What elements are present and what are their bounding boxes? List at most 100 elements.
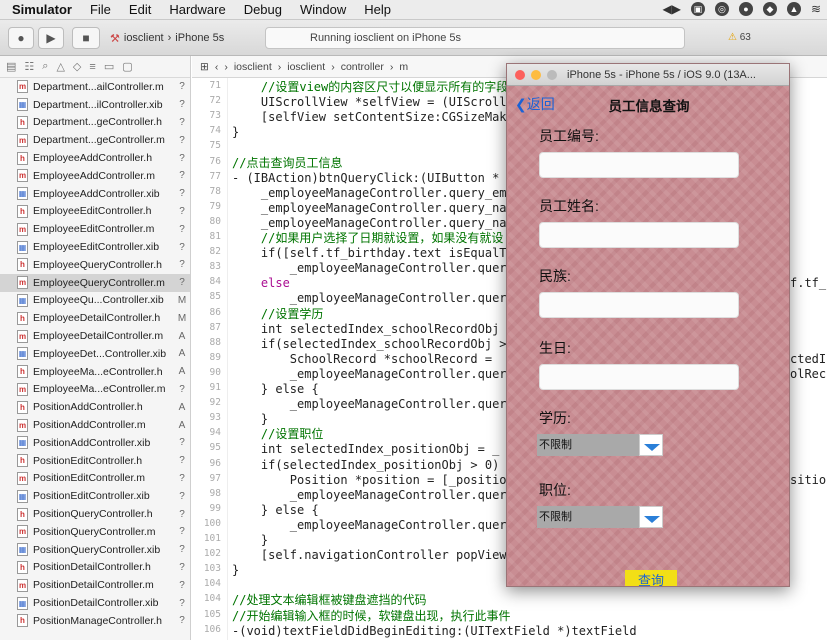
file-row[interactable]: h EmployeeQueryController.h? [0, 256, 190, 274]
code-line[interactable]: [self.navigationController popView [232, 548, 507, 563]
file-row[interactable]: m Department...geController.m? [0, 131, 190, 149]
file-row[interactable]: ▦ PositionDetailController.xib? [0, 594, 190, 612]
breakpoint-icon[interactable]: ▭ [104, 60, 114, 73]
code-line[interactable]: } [232, 533, 268, 548]
menu-file[interactable]: File [81, 2, 120, 17]
education-picker[interactable]: 不限制 [537, 434, 663, 456]
test-icon[interactable]: ◇ [73, 60, 81, 73]
report-icon[interactable]: ▢ [122, 60, 132, 73]
code-line[interactable]: - (IBAction)btnQueryClick:(UIButton * [232, 171, 499, 186]
issue-icon[interactable]: △ [56, 60, 64, 73]
file-row[interactable]: ▦ EmployeeEditController.xib? [0, 238, 190, 256]
code-line[interactable]: //设置学历 [232, 307, 323, 322]
search-icon[interactable]: ⌕ [42, 60, 48, 73]
code-line[interactable]: if([self.tf_birthday.text isEqualT [232, 246, 507, 261]
photo-icon[interactable]: ▣ [690, 2, 705, 16]
file-row[interactable]: h EmployeeAddController.h? [0, 149, 190, 167]
code-line[interactable]: _employeeManageController.query_na [232, 201, 507, 216]
debug-icon[interactable]: ≡ [89, 61, 95, 73]
jump-item-group[interactable]: iosclient [287, 61, 325, 73]
back-arrow-icon[interactable]: ‹ [215, 61, 219, 73]
code-line[interactable]: _employeeManageController.quer [232, 397, 507, 412]
wifi-icon[interactable]: ≋ [811, 2, 821, 16]
file-row[interactable]: ▦ PositionEditController.xib? [0, 487, 190, 505]
file-row[interactable]: h PositionQueryController.h? [0, 505, 190, 523]
code-line[interactable]: if(selectedIndex_positionObj > 0) [232, 458, 499, 473]
file-row[interactable]: m EmployeeAddController.m? [0, 167, 190, 185]
code-line[interactable]: //如果用户选择了日期就设置，如果没有就设 [232, 231, 503, 246]
minimize-icon[interactable] [531, 70, 541, 80]
penguin-icon[interactable]: ● [738, 2, 753, 16]
forward-arrow-icon[interactable]: › [224, 61, 228, 73]
file-row[interactable]: m EmployeeMa...eController.m? [0, 381, 190, 399]
code-line[interactable]: [selfView setContentSize:CGSizeMak [232, 110, 507, 125]
file-row[interactable]: h EmployeeDetailController.h M [0, 309, 190, 327]
file-row[interactable]: ▦ EmployeeAddController.xib? [0, 185, 190, 203]
file-row[interactable]: h PositionManageController.h? [0, 612, 190, 630]
file-row[interactable]: ▦ Department...ilController.xib? [0, 96, 190, 114]
file-row[interactable]: h PositionDetailController.h? [0, 559, 190, 577]
code-line[interactable]: if(selectedIndex_schoolRecordObj > [232, 337, 507, 352]
file-row[interactable]: h EmployeeEditController.h? [0, 203, 190, 221]
rocket-icon[interactable]: ▲ [786, 2, 801, 16]
birthday-input[interactable] [539, 364, 739, 390]
menu-window[interactable]: Window [291, 2, 355, 17]
position-picker[interactable]: 不限制 [537, 506, 663, 528]
file-row[interactable]: m PositionDetailController.m? [0, 576, 190, 594]
code-line[interactable]: //点击查询员工信息 [232, 156, 342, 171]
file-row[interactable]: m Department...ailController.m? [0, 78, 190, 96]
symbol-icon[interactable]: ☷ [24, 60, 34, 73]
file-row[interactable]: h PositionEditController.h? [0, 452, 190, 470]
globe-icon[interactable]: ◎ [714, 2, 729, 16]
stop-button[interactable]: ■ [72, 27, 100, 49]
code-line[interactable]: _employeeManageController.quer [232, 261, 507, 276]
pin-icon[interactable]: ◆ [762, 2, 777, 16]
code-line[interactable]: int selectedIndex_schoolRecordObj [232, 322, 499, 337]
code-line[interactable]: } [232, 125, 239, 140]
menu-hardware[interactable]: Hardware [160, 2, 234, 17]
code-line[interactable]: _employeeManageController.quer [232, 291, 507, 306]
code-line[interactable]: SchoolRecord *schoolRecord = [232, 352, 492, 367]
code-line[interactable]: } [232, 563, 239, 578]
scheme-selector[interactable]: ⚒ iosclient › iPhone 5s [110, 28, 224, 48]
code-line[interactable]: UIScrollView *selfView = (UIScroll [232, 95, 507, 110]
ime-icon[interactable]: ◀▶ [662, 2, 680, 16]
file-row[interactable]: ▦ PositionAddController.xib? [0, 434, 190, 452]
jump-item-folder[interactable]: controller [341, 61, 384, 73]
nation-input[interactable] [539, 292, 739, 318]
jump-item-file[interactable]: m [399, 61, 408, 73]
warning-badge[interactable]: ⚠ 63 [728, 32, 751, 43]
file-row[interactable]: m PositionQueryController.m? [0, 523, 190, 541]
code-line[interactable]: Position *position = [_positio [232, 473, 507, 488]
code-line[interactable]: //设置view的内容区尺寸以便显示所有的字段 [232, 80, 508, 95]
file-row[interactable]: m EmployeeQueryController.m? [0, 273, 190, 292]
emp-no-input[interactable] [539, 152, 739, 178]
file-row[interactable]: ▦ EmployeeDet...Controller.xib A [0, 345, 190, 363]
code-line[interactable]: _employeeManageController.quer [232, 518, 507, 533]
file-row[interactable]: ▦ PositionQueryController.xib? [0, 541, 190, 559]
run-button[interactable]: ▶ [38, 27, 64, 49]
emp-name-input[interactable] [539, 222, 739, 248]
code-line[interactable]: _employeeManageController.query_na [232, 216, 507, 231]
file-row[interactable]: ▦ EmployeeQu...Controller.xib M [0, 292, 190, 310]
code-line[interactable]: _employeeManageController.query_em [232, 186, 507, 201]
file-row[interactable]: m PositionEditController.m? [0, 470, 190, 488]
code-line[interactable]: } else { [232, 382, 319, 397]
file-row[interactable]: h PositionAddController.h A [0, 398, 190, 416]
grid-icon[interactable]: ⊞ [200, 61, 209, 73]
menu-edit[interactable]: Edit [120, 2, 160, 17]
simulator-title-bar[interactable]: iPhone 5s - iPhone 5s / iOS 9.0 (13A... [507, 64, 789, 86]
code-line[interactable]: -(void)textFieldDidBeginEditing:(UITextF… [232, 624, 637, 639]
code-line[interactable]: } [232, 412, 268, 427]
menu-help[interactable]: Help [355, 2, 400, 17]
menu-app-name[interactable]: Simulator [0, 2, 81, 17]
code-line[interactable]: } else { [232, 503, 319, 518]
query-button[interactable]: 查询 [625, 570, 677, 586]
dropdown-icon[interactable] [639, 434, 663, 456]
dropdown-icon[interactable] [639, 506, 663, 528]
code-line[interactable]: //设置职位 [232, 427, 323, 442]
close-icon[interactable] [515, 70, 525, 80]
window-controls[interactable]: ● [8, 27, 34, 49]
file-row[interactable]: h Department...geController.h? [0, 114, 190, 132]
file-row[interactable]: h EmployeeMa...eController.h A [0, 363, 190, 381]
